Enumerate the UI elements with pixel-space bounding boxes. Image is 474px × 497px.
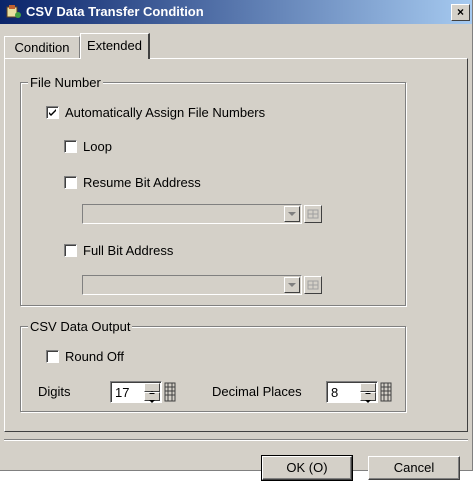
full-bit-row[interactable]: Full Bit Address — [64, 242, 173, 258]
digits-label: Digits — [38, 384, 71, 399]
chevron-down-icon — [288, 212, 296, 216]
resume-bit-label: Resume Bit Address — [83, 174, 201, 190]
dropdown-arrow-button[interactable] — [284, 277, 300, 293]
decimal-places-spin-buttons[interactable] — [360, 383, 376, 403]
spin-down-icon[interactable] — [144, 392, 160, 403]
digits-stepper[interactable]: 17 — [110, 381, 162, 403]
full-bit-checkbox[interactable] — [64, 243, 77, 257]
csv-transfer-dialog: CSV Data Transfer Condition × Condition … — [0, 0, 473, 481]
decimal-places-label: Decimal Places — [212, 384, 302, 399]
checkmark-icon — [49, 108, 56, 116]
button-separator — [4, 439, 468, 441]
tab-condition[interactable]: Condition — [4, 36, 80, 58]
resume-bit-address-combo[interactable] — [82, 204, 302, 224]
full-bit-address-combo[interactable] — [82, 275, 302, 295]
resume-bit-checkbox[interactable] — [64, 175, 77, 189]
auto-assign-checkbox[interactable] — [46, 105, 59, 119]
resume-bit-keypad-button[interactable] — [304, 205, 322, 223]
spin-up-icon[interactable] — [144, 383, 160, 394]
decimal-places-stepper[interactable]: 8 — [326, 381, 378, 403]
round-off-row[interactable]: Round Off — [46, 348, 124, 364]
loop-row[interactable]: Loop — [64, 138, 112, 154]
app-icon — [6, 4, 22, 20]
spin-up-icon[interactable] — [360, 383, 376, 394]
auto-assign-row[interactable]: Automatically Assign File Numbers — [46, 104, 265, 120]
spin-down-icon[interactable] — [360, 392, 376, 403]
title-bar: CSV Data Transfer Condition × — [0, 0, 472, 24]
file-number-legend: File Number — [28, 75, 103, 90]
full-bit-keypad-button[interactable] — [304, 276, 322, 294]
auto-assign-label: Automatically Assign File Numbers — [65, 104, 266, 120]
decimal-places-keypad-icon[interactable] — [380, 381, 392, 403]
loop-label: Loop — [83, 138, 112, 154]
cancel-button[interactable]: Cancel — [368, 456, 460, 480]
full-bit-label: Full Bit Address — [83, 242, 174, 258]
digits-keypad-icon[interactable] — [164, 381, 176, 403]
chevron-down-icon — [288, 283, 296, 287]
dropdown-arrow-button[interactable] — [284, 206, 300, 222]
round-off-checkbox[interactable] — [46, 349, 59, 363]
keypad-icon — [307, 280, 319, 290]
digits-value: 17 — [115, 385, 130, 400]
window-title: CSV Data Transfer Condition — [26, 4, 204, 19]
digits-spin-buttons[interactable] — [144, 383, 160, 403]
resume-bit-row[interactable]: Resume Bit Address — [64, 174, 201, 190]
round-off-label: Round Off — [65, 348, 125, 364]
csv-output-legend: CSV Data Output — [28, 319, 133, 334]
tab-extended[interactable]: Extended — [80, 33, 150, 59]
decimal-places-value: 8 — [331, 385, 339, 400]
close-button[interactable]: × — [451, 4, 470, 21]
ok-button[interactable]: OK (O) — [261, 455, 353, 481]
keypad-icon — [307, 209, 319, 219]
loop-checkbox[interactable] — [64, 139, 77, 153]
close-icon: × — [456, 5, 464, 19]
